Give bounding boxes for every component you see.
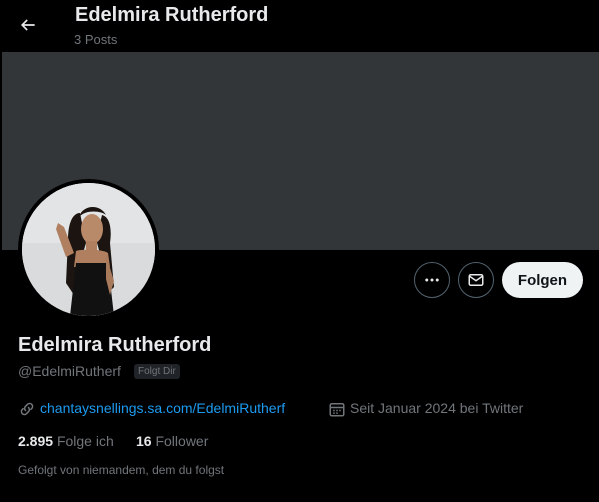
following-count: 2.895 bbox=[18, 433, 54, 449]
profile-name: Edelmira Rutherford bbox=[18, 334, 212, 356]
link-icon bbox=[20, 402, 34, 416]
header-title: Edelmira Rutherford bbox=[75, 4, 269, 26]
avatar[interactable] bbox=[18, 179, 159, 320]
joined-date: Seit Januar 2024 bei Twitter bbox=[350, 400, 524, 416]
more-horizontal-icon bbox=[425, 278, 439, 282]
profile-handle: @EdelmiRutherf bbox=[18, 363, 121, 379]
posts-count: 3 Posts bbox=[74, 32, 118, 47]
follow-button[interactable]: Folgen bbox=[502, 262, 583, 298]
followers-label: Follower bbox=[155, 433, 209, 449]
followers-count: 16 bbox=[136, 433, 152, 449]
following-label: Folge ich bbox=[56, 433, 114, 449]
follows-you-badge: Folgt Dir bbox=[134, 364, 180, 379]
envelope-icon bbox=[468, 274, 484, 286]
followed-by-text: Gefolgt von niemandem, dem du folgst bbox=[18, 463, 225, 477]
profile-header: Edelmira Rutherford 3 Posts bbox=[0, 0, 599, 52]
following-stat[interactable]: 2.895 Folge ich bbox=[18, 433, 114, 449]
arrow-left-icon bbox=[20, 19, 35, 31]
more-button[interactable] bbox=[414, 262, 450, 298]
message-button[interactable] bbox=[458, 262, 494, 298]
website-link[interactable]: chantaysnellings.sa.com/EdelmiRutherf bbox=[40, 400, 285, 416]
followers-stat[interactable]: 16 Follower bbox=[136, 433, 208, 449]
back-button[interactable] bbox=[12, 9, 44, 41]
calendar-icon bbox=[329, 403, 345, 417]
avatar-photo bbox=[22, 183, 155, 316]
